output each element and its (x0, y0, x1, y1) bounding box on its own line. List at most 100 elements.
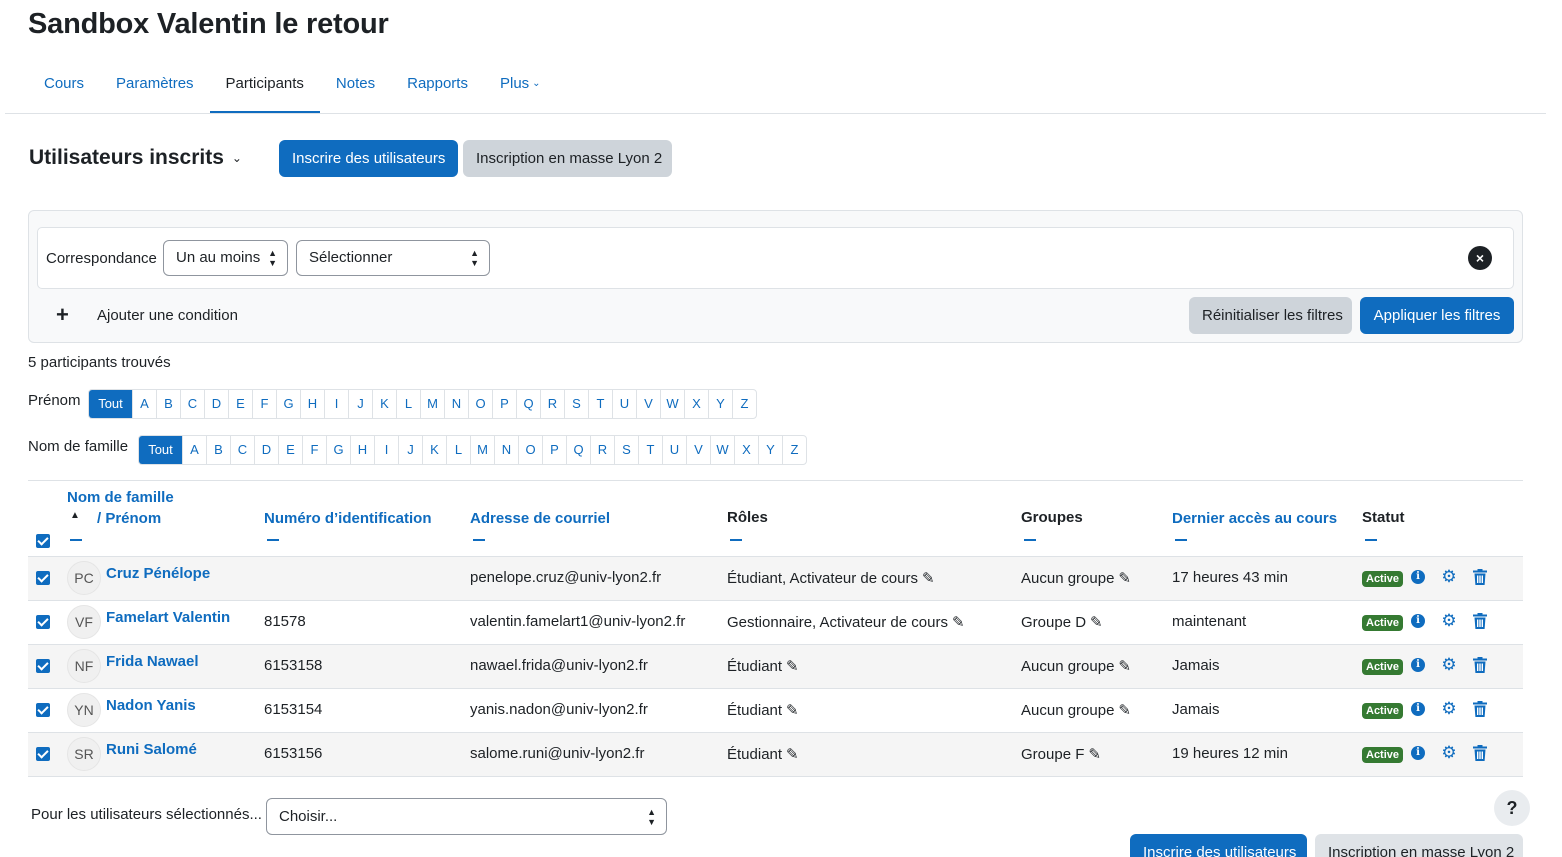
lastname-initial-w[interactable]: W (710, 436, 734, 464)
collapse-column-icon[interactable] (473, 539, 485, 541)
collapse-column-icon[interactable] (70, 539, 82, 541)
gear-icon[interactable]: ⚙ (1441, 656, 1457, 673)
lastname-initial-h[interactable]: H (350, 436, 374, 464)
pencil-icon[interactable]: ✎ (952, 613, 965, 631)
tab-cours[interactable]: Cours (28, 60, 100, 114)
pencil-icon[interactable]: ✎ (1088, 745, 1101, 763)
tab-parametres[interactable]: Paramètres (100, 60, 210, 114)
apply-filters-button[interactable]: Appliquer les filtres (1360, 297, 1514, 334)
trash-icon[interactable] (1472, 613, 1488, 633)
firstname-initial-r[interactable]: R (540, 390, 564, 418)
row-select-checkbox[interactable] (36, 747, 50, 761)
firstname-initial-i[interactable]: I (324, 390, 348, 418)
firstname-initial-x[interactable]: X (684, 390, 708, 418)
header-idnumber[interactable]: Numéro d’identification (264, 510, 432, 527)
bulk-enrol-button[interactable]: Inscription en masse Lyon 2 (463, 140, 672, 177)
lastname-initial-l[interactable]: L (446, 436, 470, 464)
plus-icon[interactable]: + (56, 302, 69, 328)
firstname-initial-w[interactable]: W (660, 390, 684, 418)
firstname-initial-a[interactable]: A (132, 390, 156, 418)
collapse-column-icon[interactable] (1175, 539, 1187, 541)
info-icon[interactable]: i (1411, 658, 1425, 672)
pencil-icon[interactable]: ✎ (1118, 657, 1131, 675)
gear-icon[interactable]: ⚙ (1441, 612, 1457, 629)
firstname-initial-t[interactable]: T (588, 390, 612, 418)
lastname-initial-r[interactable]: R (590, 436, 614, 464)
collapse-column-icon[interactable] (1365, 539, 1377, 541)
lastname-initial-y[interactable]: Y (758, 436, 782, 464)
firstname-initial-k[interactable]: K (372, 390, 396, 418)
lastname-initial-x[interactable]: X (734, 436, 758, 464)
footer-bulk-enrol-button[interactable]: Inscription en masse Lyon 2 (1315, 834, 1523, 857)
lastname-initial-k[interactable]: K (422, 436, 446, 464)
row-select-checkbox[interactable] (36, 659, 50, 673)
trash-icon[interactable] (1472, 569, 1488, 589)
lastname-initial-b[interactable]: B (206, 436, 230, 464)
firstname-initial-v[interactable]: V (636, 390, 660, 418)
lastname-initial-e[interactable]: E (278, 436, 302, 464)
firstname-initial-m[interactable]: M (420, 390, 444, 418)
firstname-initial-p[interactable]: P (492, 390, 516, 418)
lastname-initial-z[interactable]: Z (782, 436, 806, 464)
header-lastaccess[interactable]: Dernier accès au cours (1172, 510, 1337, 527)
help-button[interactable]: ? (1494, 790, 1530, 826)
tab-participants[interactable]: Participants (209, 60, 320, 114)
gear-icon[interactable]: ⚙ (1441, 700, 1457, 717)
participant-name-link[interactable]: Frida Nawael (106, 653, 199, 670)
firstname-initial-c[interactable]: C (180, 390, 204, 418)
lastname-initial-m[interactable]: M (470, 436, 494, 464)
firstname-initial-g[interactable]: G (276, 390, 300, 418)
firstname-initial-u[interactable]: U (612, 390, 636, 418)
header-email[interactable]: Adresse de courriel (470, 510, 610, 527)
lastname-initial-g[interactable]: G (326, 436, 350, 464)
filter-type-select[interactable]: Sélectionner ▲ ▼ (296, 240, 490, 276)
lastname-initial-v[interactable]: V (686, 436, 710, 464)
firstname-initial-b[interactable]: B (156, 390, 180, 418)
pencil-icon[interactable]: ✎ (1118, 569, 1131, 587)
lastname-initial-all[interactable]: Tout (139, 436, 182, 464)
collapse-column-icon[interactable] (1024, 539, 1036, 541)
trash-icon[interactable] (1472, 701, 1488, 721)
lastname-initial-d[interactable]: D (254, 436, 278, 464)
pencil-icon[interactable]: ✎ (786, 657, 799, 675)
pencil-icon[interactable]: ✎ (1118, 701, 1131, 719)
header-firstname[interactable]: / Prénom (97, 510, 161, 527)
lastname-initial-q[interactable]: Q (566, 436, 590, 464)
match-select[interactable]: Un au moins ▲ ▼ (163, 240, 288, 276)
pencil-icon[interactable]: ✎ (1090, 613, 1103, 631)
info-icon[interactable]: i (1411, 570, 1425, 584)
info-icon[interactable]: i (1411, 746, 1425, 760)
reset-filters-button[interactable]: Réinitialiser les filtres (1189, 297, 1352, 334)
participant-name-link[interactable]: Runi Salomé (106, 741, 197, 758)
collapse-column-icon[interactable] (730, 539, 742, 541)
firstname-initial-l[interactable]: L (396, 390, 420, 418)
firstname-initial-j[interactable]: J (348, 390, 372, 418)
lastname-initial-p[interactable]: P (542, 436, 566, 464)
participant-name-link[interactable]: Famelart Valentin (106, 609, 230, 626)
remove-filter-icon[interactable]: × (1468, 246, 1492, 270)
firstname-initial-e[interactable]: E (228, 390, 252, 418)
pencil-icon[interactable]: ✎ (922, 569, 935, 587)
participant-name-link[interactable]: Nadon Yanis (106, 697, 196, 714)
firstname-initial-q[interactable]: Q (516, 390, 540, 418)
lastname-initial-f[interactable]: F (302, 436, 326, 464)
firstname-initial-d[interactable]: D (204, 390, 228, 418)
lastname-initial-o[interactable]: O (518, 436, 542, 464)
select-all-checkbox[interactable] (36, 534, 50, 548)
trash-icon[interactable] (1472, 657, 1488, 677)
lastname-initial-j[interactable]: J (398, 436, 422, 464)
enrol-users-button[interactable]: Inscrire des utilisateurs (279, 140, 459, 177)
firstname-initial-o[interactable]: O (468, 390, 492, 418)
firstname-initial-z[interactable]: Z (732, 390, 756, 418)
lastname-initial-i[interactable]: I (374, 436, 398, 464)
tab-notes[interactable]: Notes (320, 60, 391, 114)
row-select-checkbox[interactable] (36, 615, 50, 629)
firstname-initial-f[interactable]: F (252, 390, 276, 418)
lastname-initial-c[interactable]: C (230, 436, 254, 464)
lastname-initial-s[interactable]: S (614, 436, 638, 464)
add-condition-button[interactable]: Ajouter une condition (97, 307, 238, 324)
footer-enrol-users-button[interactable]: Inscrire des utilisateurs (1130, 834, 1307, 857)
row-select-checkbox[interactable] (36, 703, 50, 717)
row-select-checkbox[interactable] (36, 571, 50, 585)
firstname-initial-all[interactable]: Tout (89, 390, 132, 418)
